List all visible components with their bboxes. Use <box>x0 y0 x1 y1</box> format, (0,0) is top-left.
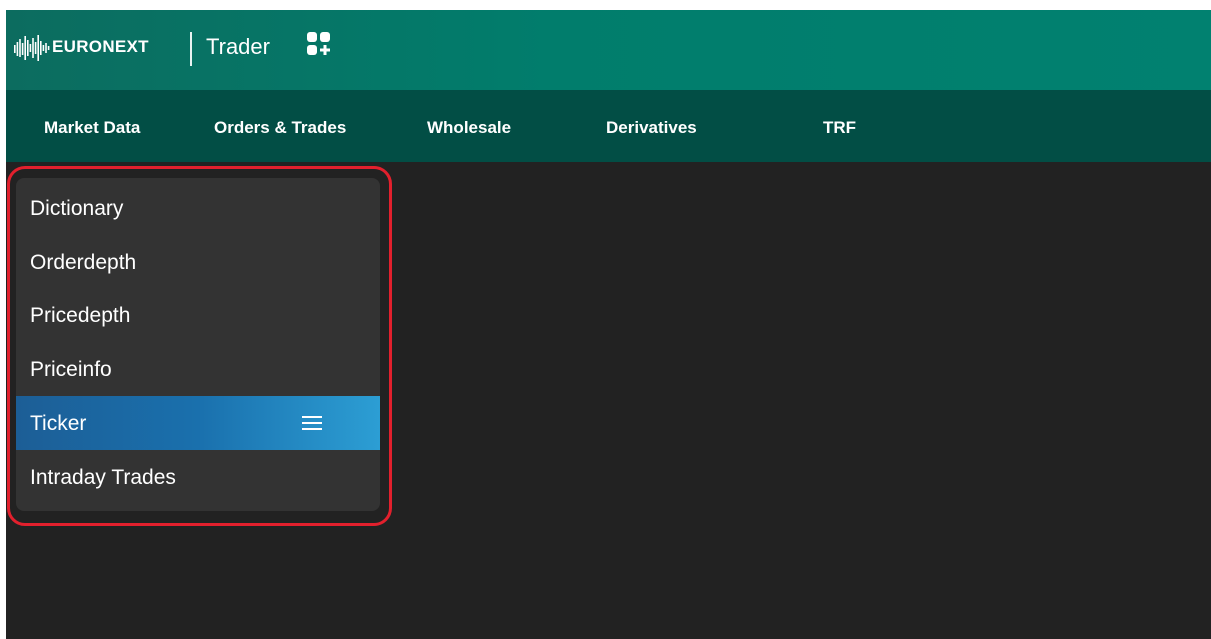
menu-item-label: Intraday Trades <box>30 466 176 489</box>
menu-lines-icon[interactable] <box>302 416 322 431</box>
menu-item-intraday-trades[interactable]: Intraday Trades <box>16 450 380 504</box>
market-data-dropdown: Dictionary Orderdepth Pricedepth Pricein… <box>16 178 380 511</box>
apps-grid-plus-icon[interactable] <box>306 31 332 57</box>
menu-item-ticker[interactable]: Ticker <box>16 396 380 450</box>
nav-item-market-data[interactable]: Market Data <box>44 118 140 138</box>
brand-name: EURONEXT <box>52 37 149 56</box>
header-divider <box>190 32 192 66</box>
menu-item-pricedepth[interactable]: Pricedepth <box>16 288 380 342</box>
menu-item-label: Priceinfo <box>30 358 112 381</box>
app-window: EURONEXT Trader Market Data Orders & Tra… <box>6 10 1211 639</box>
menu-item-label: Dictionary <box>30 197 124 220</box>
menu-item-label: Ticker <box>30 412 87 435</box>
euronext-logo-icon <box>14 35 50 61</box>
menu-item-orderdepth[interactable]: Orderdepth <box>16 235 380 289</box>
menu-item-label: Pricedepth <box>30 304 131 327</box>
header-bar: EURONEXT Trader <box>6 10 1211 90</box>
nav-item-wholesale[interactable]: Wholesale <box>427 118 511 138</box>
main-nav: Market Data Orders & Trades Wholesale De… <box>6 90 1211 162</box>
menu-item-priceinfo[interactable]: Priceinfo <box>16 342 380 396</box>
nav-item-derivatives[interactable]: Derivatives <box>606 118 697 138</box>
nav-item-trf[interactable]: TRF <box>823 118 856 138</box>
nav-item-orders-trades[interactable]: Orders & Trades <box>214 118 346 138</box>
menu-item-label: Orderdepth <box>30 251 137 274</box>
menu-item-dictionary[interactable]: Dictionary <box>16 181 380 235</box>
product-name: Trader <box>206 34 270 59</box>
